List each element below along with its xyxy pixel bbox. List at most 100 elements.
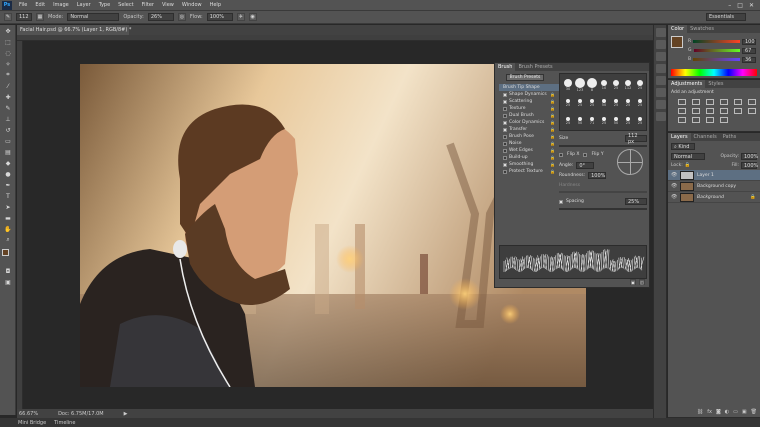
blur-tool-icon[interactable]: ◆ — [2, 158, 14, 168]
clone-source-icon[interactable] — [656, 88, 666, 97]
menu-layer[interactable]: Layer — [73, 2, 95, 8]
tab-brush[interactable]: Brush — [495, 63, 516, 71]
brush-tip-item[interactable]: 123 — [574, 76, 586, 94]
eye-icon[interactable]: 👁 — [671, 172, 677, 178]
posterize-icon[interactable] — [678, 117, 686, 123]
option-brush-pose[interactable]: Brush Pose 🔒 — [499, 133, 559, 140]
brush-tool-icon[interactable]: ✎ — [2, 103, 14, 113]
brush-tool-icon[interactable]: ✎ — [4, 13, 12, 21]
airbrush-icon[interactable]: ✈ — [236, 13, 245, 21]
menu-filter[interactable]: Filter — [138, 2, 158, 8]
tab-color[interactable]: Color — [668, 25, 688, 33]
workspace-select[interactable]: Essentials — [706, 13, 746, 21]
menu-type[interactable]: Type — [95, 2, 114, 8]
channel-mixer-icon[interactable] — [720, 108, 728, 114]
hand-tool-icon[interactable]: ✋ — [2, 224, 14, 234]
menu-select[interactable]: Select — [114, 2, 137, 8]
tab-adjustments[interactable]: Adjustments — [668, 80, 706, 88]
healing-tool-icon[interactable]: ✚ — [2, 92, 14, 102]
curves-icon[interactable] — [706, 99, 714, 105]
option-shape-dynamics[interactable]: Shape Dynamics 🔒 — [499, 91, 559, 98]
brush-tip-item[interactable]: 25 — [610, 94, 622, 112]
option-noise[interactable]: Noise 🔒 — [499, 140, 559, 147]
lookup-icon[interactable] — [734, 108, 742, 114]
brush-tip-item[interactable]: 25 — [634, 94, 646, 112]
hardness-slider[interactable] — [559, 191, 647, 193]
history-brush-icon[interactable]: ↺ — [2, 125, 14, 135]
dodge-tool-icon[interactable]: ● — [2, 169, 14, 179]
blend-mode-select[interactable]: Normal — [671, 153, 705, 160]
brush-tip-item[interactable]: 8 — [586, 76, 598, 94]
threshold-icon[interactable] — [692, 117, 700, 123]
path-select-icon[interactable]: ➤ — [2, 202, 14, 212]
pressure-size-icon[interactable]: ◉ — [248, 13, 257, 21]
exposure-icon[interactable] — [720, 99, 728, 105]
b-slider[interactable] — [693, 58, 740, 61]
option-dual-brush[interactable]: Dual Brush 🔒 — [499, 112, 559, 119]
paragraph-icon[interactable] — [656, 112, 666, 121]
brush-tip-item[interactable]: 25 — [634, 76, 646, 94]
color-swatch[interactable] — [671, 36, 683, 48]
menu-window[interactable]: Window — [178, 2, 206, 8]
brush-presets-icon[interactable] — [656, 76, 666, 85]
minimize-button[interactable]: – — [728, 2, 731, 9]
screen-mode-icon[interactable]: ▣ — [2, 277, 14, 287]
option-protect-texture[interactable]: Protect Texture 🔒 — [499, 168, 559, 175]
properties-icon[interactable] — [656, 40, 666, 49]
brush-tip-item[interactable]: 50 — [610, 112, 622, 130]
option-wet-edges[interactable]: Wet Edges 🔒 — [499, 147, 559, 154]
crop-tool-icon[interactable]: ⌗ — [2, 70, 14, 80]
option-color-dynamics[interactable]: Color Dynamics 🔒 — [499, 119, 559, 126]
brush-size-picker[interactable]: 112 — [16, 13, 32, 21]
menu-view[interactable]: View — [158, 2, 178, 8]
brush-tip-item[interactable]: 112 — [622, 76, 634, 94]
menu-image[interactable]: Image — [49, 2, 73, 8]
brush-tip-item[interactable]: 25 — [622, 94, 634, 112]
brush-tip-item[interactable]: 25 — [634, 112, 646, 130]
lasso-tool-icon[interactable]: ◌ — [2, 48, 14, 58]
r-slider[interactable] — [693, 40, 740, 43]
menu-file[interactable]: File — [15, 2, 31, 8]
brush-tip-item[interactable]: 50 — [598, 94, 610, 112]
option-transfer[interactable]: Transfer 🔒 — [499, 126, 559, 133]
toggle-preview-icon[interactable]: ◫ — [639, 279, 645, 285]
layer-opacity-field[interactable]: 100% — [741, 153, 758, 160]
layer-row[interactable]: 👁 Background 🔒 — [668, 192, 760, 203]
brush-tip-item[interactable]: 25 — [622, 112, 634, 130]
brush-tip-item[interactable]: 10 — [598, 76, 610, 94]
brightness-icon[interactable] — [678, 99, 686, 105]
gradient-map-icon[interactable] — [706, 117, 714, 123]
b-field[interactable]: 36 — [742, 56, 756, 63]
type-tool-icon[interactable]: T — [2, 191, 14, 201]
color-swatches[interactable] — [0, 249, 15, 265]
brush-tip-item[interactable]: 71 — [586, 112, 598, 130]
brush-panel-toggle-icon[interactable]: ▦ — [36, 13, 44, 21]
character-icon[interactable] — [656, 100, 666, 109]
brush-tip-item[interactable]: 25 — [562, 94, 574, 112]
shape-tool-icon[interactable]: ▬ — [2, 213, 14, 223]
color-balance-icon[interactable] — [678, 108, 686, 114]
photo-filter-icon[interactable] — [706, 108, 714, 114]
option-texture[interactable]: Texture 🔒 — [499, 105, 559, 112]
tab-brush-presets[interactable]: Brush Presets — [515, 64, 555, 70]
brush-tip-item[interactable]: 25 — [574, 94, 586, 112]
lock-icon[interactable]: 🔒 — [685, 163, 691, 168]
opacity-field[interactable]: 26% — [147, 13, 174, 21]
spacing-field[interactable]: 25% — [625, 198, 647, 205]
hue-icon[interactable] — [748, 99, 756, 105]
pressure-opacity-icon[interactable]: ◎ — [177, 13, 186, 21]
bw-icon[interactable] — [692, 108, 700, 114]
brush-tip-item[interactable]: 25 — [586, 94, 598, 112]
brush-tip-item[interactable]: 30 — [562, 76, 574, 94]
layer-mask-icon[interactable]: ◙ — [716, 409, 721, 415]
group-icon[interactable]: ▭ — [733, 409, 738, 415]
tab-swatches[interactable]: Swatches — [687, 26, 717, 32]
layer-row[interactable]: 👁 Layer 1 — [668, 170, 760, 181]
tab-paths[interactable]: Paths — [720, 134, 740, 140]
flow-field[interactable]: 100% — [206, 13, 233, 21]
eye-icon[interactable]: 👁 — [671, 183, 677, 189]
pen-tool-icon[interactable]: ✒ — [2, 180, 14, 190]
brush-tip-item[interactable]: 50 — [574, 112, 586, 130]
new-preset-icon[interactable]: ▣ — [630, 279, 636, 285]
status-arrow-icon[interactable]: ▶ — [124, 411, 128, 417]
